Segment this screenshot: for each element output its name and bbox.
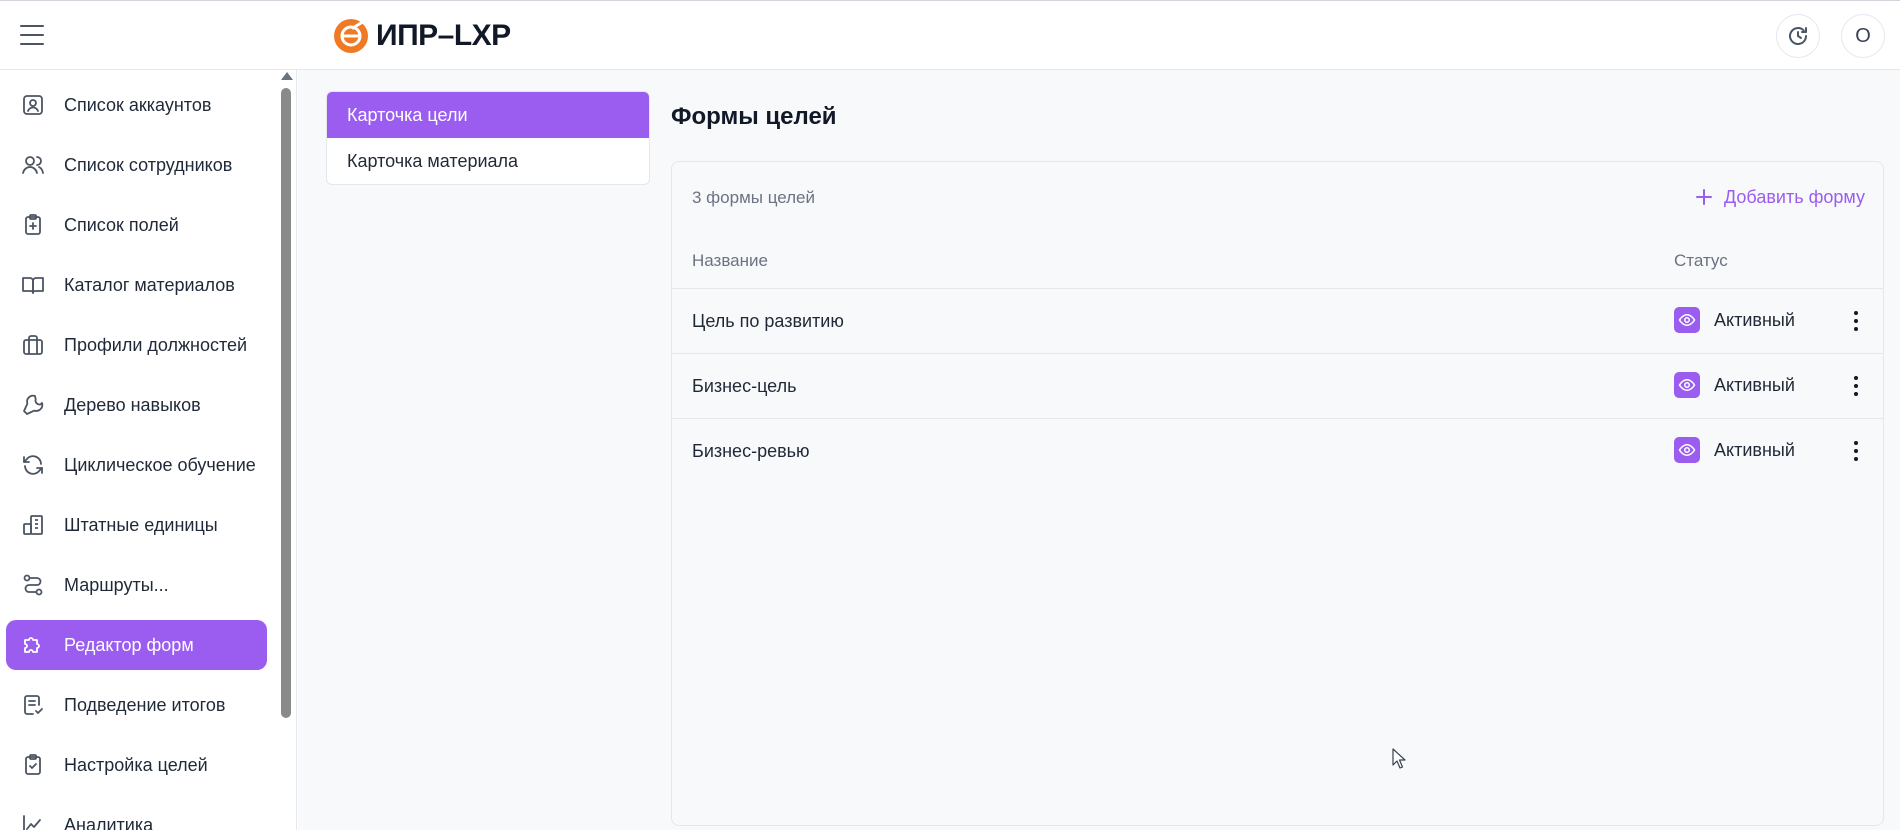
top-header: ИПР–LXP О	[0, 0, 1900, 70]
sidebar-item-routes[interactable]: Маршруты...	[6, 560, 267, 610]
sidebar-item-materials[interactable]: Каталог материалов	[6, 260, 267, 310]
refresh-icon	[20, 452, 46, 478]
user-avatar-button[interactable]: О	[1841, 14, 1885, 58]
sidebar-item-goal-settings[interactable]: Настройка целей	[6, 740, 267, 790]
report-check-icon	[20, 692, 46, 718]
kebab-dot	[1854, 319, 1858, 323]
wrench-icon	[20, 392, 46, 418]
eye-icon	[1674, 437, 1700, 463]
hamburger-icon	[20, 25, 44, 27]
buildings-icon	[20, 512, 46, 538]
row-name: Бизнес-цель	[692, 376, 797, 396]
row-name: Цель по развитию	[692, 311, 844, 331]
sidebar-item-analytics[interactable]: Аналитика	[6, 800, 267, 830]
status-text: Активный	[1714, 374, 1795, 395]
account-card-icon	[20, 92, 46, 118]
submenu-material-card[interactable]: Карточка материала	[327, 138, 649, 184]
kebab-dot	[1854, 449, 1858, 453]
status-cell: Активный	[1674, 307, 1795, 333]
hamburger-line	[20, 43, 44, 45]
row-actions-menu-button[interactable]	[1848, 374, 1864, 398]
hamburger-line	[20, 34, 44, 36]
kebab-icon	[1854, 441, 1858, 445]
table-row[interactable]: Цель по развитию Активный	[672, 288, 1883, 353]
sidebar-item-label: Подведение итогов	[64, 694, 226, 715]
submenu-goal-card[interactable]: Карточка цели	[327, 92, 649, 138]
app-logo[interactable]: ИПР–LXP	[334, 18, 511, 54]
sidebar-item-label: Циклическое обучение	[64, 454, 256, 475]
sidebar-item-label: Маршруты...	[64, 574, 169, 595]
hamburger-menu-button[interactable]	[18, 23, 46, 47]
book-open-icon	[20, 272, 46, 298]
sidebar-item-summary[interactable]: Подведение итогов	[6, 680, 267, 730]
sidebar-item-employees[interactable]: Список сотрудников	[6, 140, 267, 190]
row-actions-menu-button[interactable]	[1848, 309, 1864, 333]
sidebar-item-skill-tree[interactable]: Дерево навыков	[6, 380, 267, 430]
column-header-status: Статус	[1674, 251, 1728, 270]
sidebar-item-staff-units[interactable]: Штатные единицы	[6, 500, 267, 550]
kebab-dot	[1854, 392, 1858, 396]
status-text: Активный	[1714, 439, 1795, 460]
sidebar-item-job-profiles[interactable]: Профили должностей	[6, 320, 267, 370]
add-form-label: Добавить форму	[1724, 186, 1865, 207]
status-text: Активный	[1714, 309, 1795, 330]
row-name: Бизнес-ревью	[692, 441, 810, 461]
row-actions-menu-button[interactable]	[1848, 439, 1864, 463]
route-icon	[20, 572, 46, 598]
mouse-cursor-icon	[1392, 748, 1406, 769]
table-row[interactable]: Бизнес-ревью Активный	[672, 418, 1883, 483]
status-cell: Активный	[1674, 372, 1795, 398]
kebab-dot	[1854, 384, 1858, 388]
kebab-dot	[1854, 457, 1858, 461]
page-title: Формы целей	[671, 103, 837, 130]
sidebar-item-label: Список полей	[64, 214, 179, 235]
status-cell: Активный	[1674, 437, 1795, 463]
sidebar-item-label: Каталог материалов	[64, 274, 235, 295]
sidebar-item-label: Настройка целей	[64, 754, 208, 775]
main-content: Карточка цели Карточка материала Формы ц…	[298, 70, 1900, 830]
forms-table-card: 3 формы целей Добавить форму Название Ст…	[671, 161, 1884, 826]
sidebar-item-label: Аналитика	[64, 814, 154, 830]
clipboard-check-icon	[20, 752, 46, 778]
sidebar-item-cyclic-learning[interactable]: Циклическое обучение	[6, 440, 267, 490]
avatar-initial: О	[1855, 24, 1871, 47]
app-name: ИПР–LXP	[376, 19, 511, 52]
sidebar-item-label: Список аккаунтов	[64, 94, 212, 115]
eye-icon	[1674, 307, 1700, 333]
logo-icon	[334, 19, 368, 53]
sidebar-scrollbar[interactable]	[279, 70, 293, 830]
history-button[interactable]	[1776, 14, 1820, 58]
eye-icon	[1674, 372, 1700, 398]
form-type-submenu: Карточка цели Карточка материала	[326, 91, 650, 185]
sidebar: Список аккаунтов Список сотрудников Спис…	[0, 70, 297, 830]
history-clock-icon	[1789, 27, 1807, 45]
sidebar-item-form-editor[interactable]: Редактор форм	[6, 620, 267, 670]
kebab-icon	[1854, 376, 1858, 380]
scrollbar-thumb[interactable]	[281, 88, 291, 718]
table-row[interactable]: Бизнес-цель Активный	[672, 353, 1883, 418]
sidebar-item-label: Редактор форм	[64, 634, 194, 655]
briefcase-icon	[20, 332, 46, 358]
forms-count: 3 формы целей	[692, 188, 816, 207]
clipboard-plus-icon	[20, 212, 46, 238]
sidebar-item-accounts[interactable]: Список аккаунтов	[6, 80, 267, 130]
sidebar-item-fields[interactable]: Список полей	[6, 200, 267, 250]
scroll-up-arrow-icon[interactable]	[281, 72, 293, 80]
plus-icon	[1696, 189, 1713, 205]
sidebar-item-label: Список сотрудников	[64, 154, 233, 175]
add-form-button[interactable]: Добавить форму	[1694, 182, 1865, 212]
sidebar-item-label: Дерево навыков	[64, 394, 201, 415]
users-icon	[20, 152, 46, 178]
kebab-icon	[1854, 311, 1858, 315]
kebab-dot	[1854, 327, 1858, 331]
sidebar-item-label: Профили должностей	[64, 334, 248, 355]
sidebar-item-label: Штатные единицы	[64, 514, 218, 535]
puzzle-icon	[20, 632, 46, 658]
chart-line-icon	[20, 812, 46, 830]
column-header-name: Название	[692, 251, 768, 270]
